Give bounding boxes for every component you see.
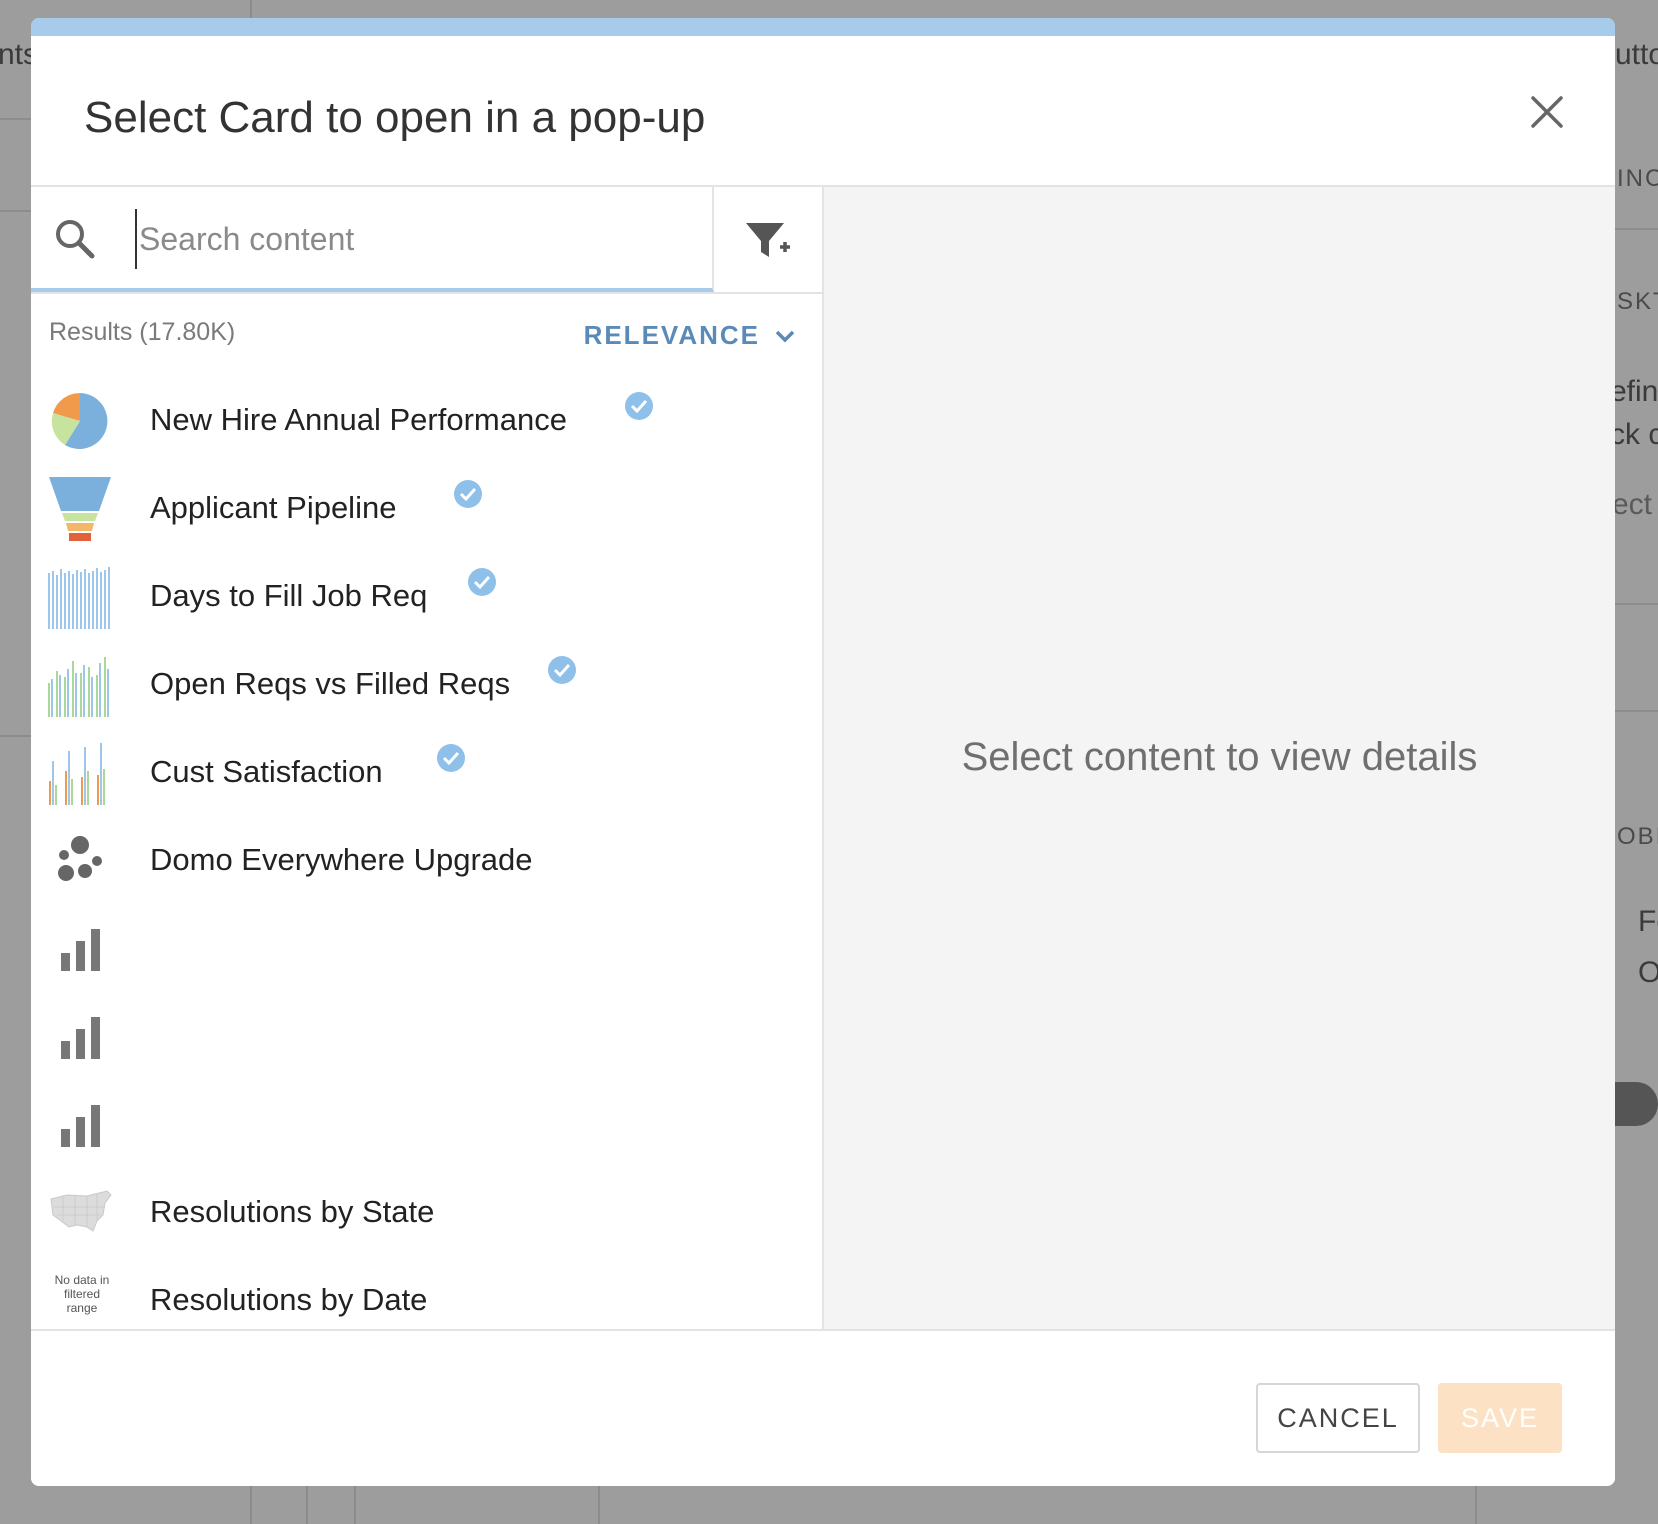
verified-check-icon xyxy=(625,392,653,420)
bg-fragment: O xyxy=(1638,956,1658,989)
verified-check-icon xyxy=(437,744,465,772)
bar-chart-blue-icon xyxy=(48,567,110,629)
bar-chart-gray-icon xyxy=(61,929,100,971)
us-map-icon xyxy=(50,1190,112,1232)
verified-check-icon xyxy=(468,568,496,596)
list-item[interactable]: Days to Fill Job Req xyxy=(31,553,822,641)
verified-check-icon xyxy=(454,480,482,508)
card-name: Applicant Pipeline xyxy=(150,490,397,525)
bg-fragment: OBI xyxy=(1617,823,1658,850)
pie-chart-icon xyxy=(51,392,108,449)
modal-header: Select Card to open in a pop-up xyxy=(31,36,1615,187)
card-name: Domo Everywhere Upgrade xyxy=(150,842,533,877)
search-box xyxy=(31,187,714,292)
search-row xyxy=(31,187,822,294)
bg-fragment: ect xyxy=(1612,488,1653,521)
results-list: New Hire Annual Performance Applicant Pi… xyxy=(31,377,822,1329)
content-browser: Results (17.80K) RELEVANCE New Hi xyxy=(31,187,824,1329)
list-item[interactable]: Domo Everywhere Upgrade xyxy=(31,817,822,905)
list-item[interactable] xyxy=(31,905,822,993)
list-item[interactable]: No data in filtered range Resolutions by… xyxy=(31,1257,822,1329)
bg-fragment: INC xyxy=(1617,165,1658,192)
results-bar: Results (17.80K) RELEVANCE xyxy=(31,294,822,374)
close-icon[interactable] xyxy=(1523,88,1571,136)
list-item[interactable] xyxy=(31,1081,822,1169)
cancel-button[interactable]: CANCEL xyxy=(1256,1383,1420,1453)
results-count: Results (17.80K) xyxy=(49,318,236,346)
add-filter-button[interactable] xyxy=(714,187,822,292)
list-item[interactable]: Resolutions by State xyxy=(31,1169,822,1257)
search-icon xyxy=(56,220,95,259)
bar-chart-green-icon xyxy=(48,657,109,717)
bg-fragment: Fo xyxy=(1638,905,1658,938)
card-name: Resolutions by State xyxy=(150,1194,435,1229)
list-item[interactable] xyxy=(31,993,822,1081)
card-name: Days to Fill Job Req xyxy=(150,578,428,613)
card-name: Open Reqs vs Filled Reqs xyxy=(150,666,511,701)
search-input[interactable] xyxy=(135,209,695,269)
modal-title: Select Card to open in a pop-up xyxy=(84,93,706,142)
chevron-down-icon xyxy=(775,330,795,342)
sort-label: RELEVANCE xyxy=(583,320,760,350)
no-data-thumb: No data in filtered range xyxy=(54,1273,110,1315)
list-item[interactable]: New Hire Annual Performance xyxy=(31,377,822,465)
list-item[interactable]: Applicant Pipeline xyxy=(31,465,822,553)
bg-fragment: SKT xyxy=(1617,288,1658,315)
app-dots-icon xyxy=(58,836,102,881)
modal-accent-bar xyxy=(31,18,1615,36)
sort-dropdown[interactable]: RELEVANCE xyxy=(584,320,796,351)
bar-chart-gray-icon xyxy=(61,1017,100,1059)
card-name: Cust Satisfaction xyxy=(150,754,383,789)
list-item[interactable]: Open Reqs vs Filled Reqs xyxy=(31,641,822,729)
modal-body: Results (17.80K) RELEVANCE New Hi xyxy=(31,187,1615,1329)
save-button[interactable]: SAVE xyxy=(1438,1383,1562,1453)
list-item[interactable]: Cust Satisfaction xyxy=(31,729,822,817)
verified-check-icon xyxy=(548,656,576,684)
details-panel: Select content to view details xyxy=(824,187,1615,1329)
card-name: Resolutions by Date xyxy=(150,1282,428,1317)
details-placeholder: Select content to view details xyxy=(961,735,1478,779)
bg-fragment: ck c xyxy=(1610,418,1658,451)
bar-chart-gray-icon xyxy=(61,1105,100,1147)
select-card-modal: Select Card to open in a pop-up Search c… xyxy=(31,18,1615,1486)
card-name: New Hire Annual Performance xyxy=(150,402,567,437)
bg-toggle xyxy=(1615,1082,1658,1126)
funnel-chart-icon xyxy=(49,477,111,541)
bg-fragment: utto xyxy=(1615,38,1658,71)
modal-footer: CANCEL SAVE xyxy=(31,1329,1615,1486)
grouped-bar-chart-icon xyxy=(49,743,105,805)
filter-add-icon xyxy=(746,223,790,257)
bg-fragment: efin xyxy=(1610,375,1658,408)
